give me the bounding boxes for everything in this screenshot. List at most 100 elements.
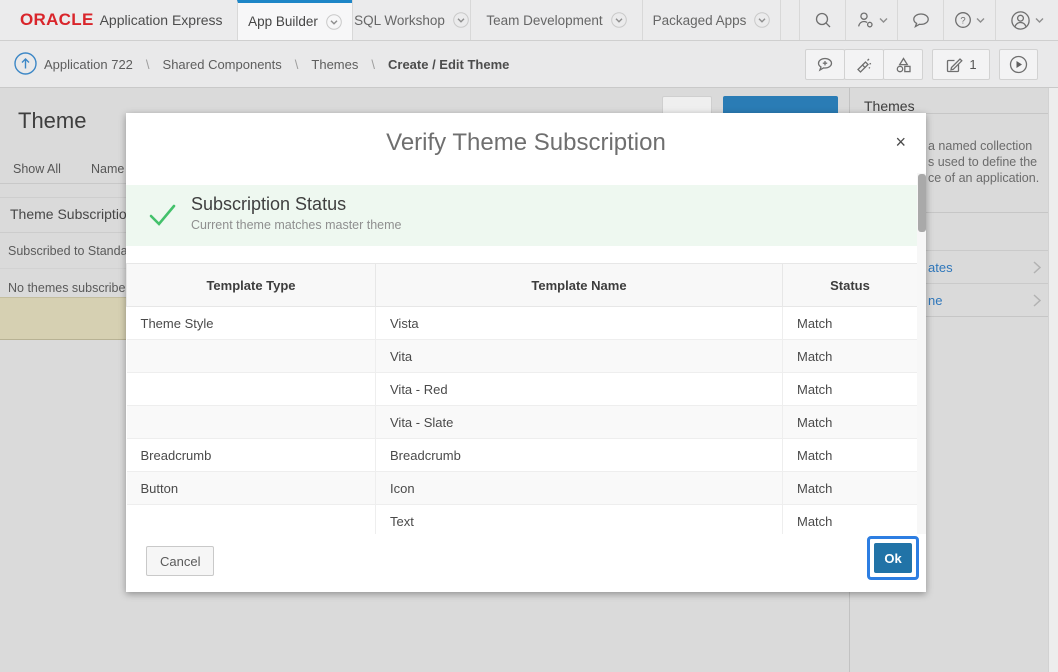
cell-status: Match <box>783 505 918 538</box>
utilities-button[interactable] <box>844 49 884 80</box>
table-row: Theme StyleVistaMatch <box>127 307 918 340</box>
breadcrumb-application[interactable]: Application 722 <box>44 57 133 72</box>
play-icon <box>1009 55 1028 74</box>
cell-template-type <box>127 373 376 406</box>
cell-template-name: Icon <box>376 472 783 505</box>
filter-tab-name[interactable]: Name <box>91 162 124 176</box>
breadcrumb-shared-components[interactable]: Shared Components <box>163 57 282 72</box>
cell-template-name: Vita - Slate <box>376 406 783 439</box>
breadcrumb-themes[interactable]: Themes <box>311 57 358 72</box>
tab-label: Team Development <box>486 13 602 28</box>
account-icon <box>1010 10 1031 31</box>
tab-label: Packaged Apps <box>653 13 747 28</box>
sidebar-link-label: ates <box>928 260 953 275</box>
ok-button[interactable]: Ok <box>874 543 912 573</box>
tab-label: App Builder <box>248 14 318 29</box>
add-feedback-button[interactable] <box>805 49 845 80</box>
breadcrumb-bar: Application 722 \ Shared Components \ Th… <box>0 41 1058 88</box>
sidebar-description-line: s used to define the <box>928 155 1037 169</box>
table-row: ButtonIconMatch <box>127 472 918 505</box>
help-button[interactable]: ? <box>943 0 995 40</box>
edit-pencil-icon <box>945 56 963 74</box>
dialog-footer: Cancel Ok <box>126 534 926 592</box>
cancel-button[interactable]: Cancel <box>146 546 214 576</box>
chevron-down-icon <box>611 12 627 28</box>
cell-template-type: Button <box>127 472 376 505</box>
breadcrumb-current: Create / Edit Theme <box>388 57 509 72</box>
cell-template-name: Text <box>376 505 783 538</box>
cell-template-type <box>127 505 376 538</box>
cell-template-name: Vita <box>376 340 783 373</box>
breadcrumb-separator: \ <box>371 57 375 72</box>
sidebar-description-line: ce of an application. <box>928 171 1039 185</box>
oracle-logo: ORACLE <box>20 10 94 30</box>
top-bar: ORACLE Application Express App Builder S… <box>0 0 1058 41</box>
chevron-down-icon <box>326 14 342 30</box>
tab-sql-workshop[interactable]: SQL Workshop <box>352 0 470 40</box>
arrow-up-circle-icon <box>14 52 37 75</box>
subscription-status-banner: Subscription Status Current theme matche… <box>126 185 917 246</box>
table-row: Vita - RedMatch <box>127 373 918 406</box>
table-row: VitaMatch <box>127 340 918 373</box>
status-message: Current theme matches master theme <box>191 218 402 232</box>
verify-theme-subscription-dialog: Verify Theme Subscription × Subscription… <box>126 113 926 592</box>
tab-team-development[interactable]: Team Development <box>470 0 642 40</box>
tab-app-builder[interactable]: App Builder <box>237 0 352 40</box>
admin-user-icon <box>856 11 875 29</box>
chevron-down-icon <box>453 12 469 28</box>
template-verification-table: Template Type Template Name Status Theme… <box>126 263 918 538</box>
cell-status: Match <box>783 340 918 373</box>
cell-status: Match <box>783 472 918 505</box>
table-row: Vita - SlateMatch <box>127 406 918 439</box>
shared-components-button[interactable] <box>883 49 923 80</box>
cell-template-type <box>127 340 376 373</box>
table-row: BreadcrumbBreadcrumbMatch <box>127 439 918 472</box>
cell-template-type: Breadcrumb <box>127 439 376 472</box>
column-header: Template Name <box>376 264 783 307</box>
sidebar-description-line: a named collection <box>928 139 1032 153</box>
feedback-button[interactable] <box>897 0 943 40</box>
chevron-down-icon <box>754 12 770 28</box>
region-title-theme-subscription: Theme Subscriptio <box>10 206 127 222</box>
cell-status: Match <box>783 373 918 406</box>
app-logo: ORACLE Application Express <box>20 0 223 40</box>
chevron-down-icon <box>1035 16 1044 24</box>
cell-template-type: Theme Style <box>127 307 376 340</box>
search-button[interactable] <box>799 0 845 40</box>
edit-page-button[interactable]: 1 <box>932 49 990 80</box>
svg-text:?: ? <box>960 15 965 26</box>
column-header: Status <box>783 264 918 307</box>
shapes-icon <box>894 56 913 74</box>
speech-bubble-icon <box>911 11 931 29</box>
page-title: Theme <box>18 108 86 134</box>
column-header: Template Type <box>127 264 376 307</box>
cell-template-name: Vita - Red <box>376 373 783 406</box>
flashlight-icon <box>855 56 873 74</box>
cell-template-name: Vista <box>376 307 783 340</box>
breadcrumb: Application 722 \ Shared Components \ Th… <box>44 41 509 87</box>
success-check-icon <box>148 201 178 229</box>
administration-button[interactable] <box>845 0 897 40</box>
up-level-button[interactable] <box>14 52 37 75</box>
cell-status: Match <box>783 406 918 439</box>
breadcrumb-separator: \ <box>146 57 150 72</box>
run-application-button[interactable] <box>999 49 1038 80</box>
help-icon: ? <box>954 11 972 29</box>
tab-packaged-apps[interactable]: Packaged Apps <box>642 0 781 40</box>
chevron-down-icon <box>879 16 888 24</box>
cell-template-name: Breadcrumb <box>376 439 783 472</box>
product-name: Application Express <box>100 12 223 28</box>
sidebar-title: Themes <box>864 98 915 114</box>
subscription-row: No themes subscribe <box>8 281 125 295</box>
filter-tab-show-all[interactable]: Show All <box>13 162 61 176</box>
status-title: Subscription Status <box>191 194 346 215</box>
account-menu-button[interactable] <box>995 0 1058 40</box>
cell-status: Match <box>783 439 918 472</box>
chevron-right-icon <box>1032 260 1042 275</box>
page-scrollbar[interactable] <box>1048 88 1058 672</box>
sidebar-link-label: ne <box>928 293 942 308</box>
dialog-scrollbar-thumb[interactable] <box>918 174 926 232</box>
edit-page-number: 1 <box>969 57 976 72</box>
close-icon[interactable]: × <box>895 132 906 152</box>
search-icon <box>814 11 832 29</box>
